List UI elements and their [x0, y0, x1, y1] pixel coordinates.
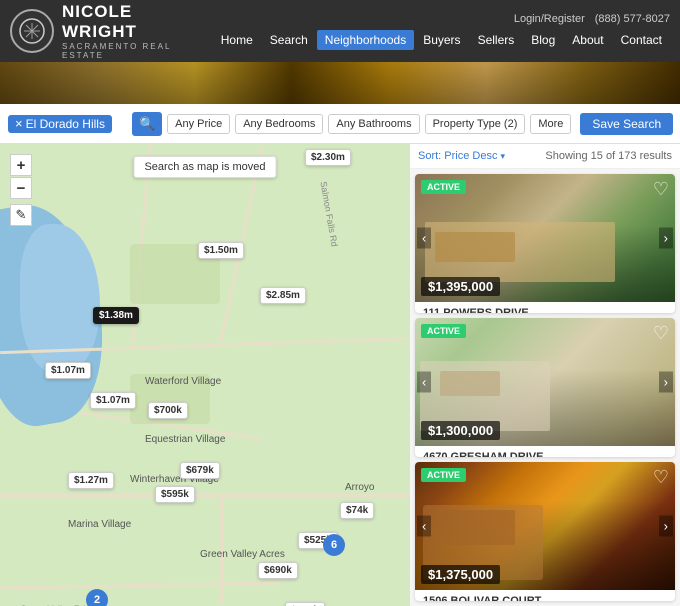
phone: (888) 577-8027 [595, 13, 670, 25]
listing-price-overlay: $1,395,000 [421, 277, 500, 296]
listing-details: 111 POWERS DRIVE EL DORADO HILLS, CA 957… [415, 302, 675, 313]
listings-panel: Sort: Price Desc ▾ Showing 15 of 173 res… [410, 144, 680, 606]
tag-close[interactable]: × [15, 117, 23, 130]
listing-image: ACTIVE ♡ $1,375,000 ‹ › [415, 462, 675, 590]
price-pin[interactable]: $865k [285, 602, 325, 606]
nav-blog[interactable]: Blog [523, 30, 563, 50]
map-controls: + − ✎ [10, 154, 32, 226]
save-search-button[interactable]: Save Search [580, 113, 673, 135]
zoom-in-button[interactable]: + [10, 154, 32, 176]
price-pin[interactable]: $1.50m [198, 242, 244, 259]
listing-price-overlay: $1,300,000 [421, 421, 500, 440]
header-top-links: Login/Register (888) 577-8027 [514, 13, 670, 25]
logo-area: NICOLE WRIGHT SACRAMENTO REAL ESTATE [10, 2, 199, 60]
listing-next-button[interactable]: › [659, 372, 673, 393]
cluster-pin[interactable]: 6 [323, 534, 345, 556]
results-count: Showing 15 of 173 results [545, 150, 672, 162]
price-pin[interactable]: $1.27m [68, 472, 114, 489]
listing-card[interactable]: ACTIVE ♡ $1,375,000 ‹ › 1506 BOLIVAR COU… [415, 462, 675, 601]
any-price-filter[interactable]: Any Price [167, 114, 230, 134]
logo-name: NICOLE WRIGHT [62, 2, 199, 42]
header-right: Login/Register (888) 577-8027 Home Searc… [213, 13, 670, 50]
search-submit-button[interactable]: 🔍 [132, 112, 162, 136]
listing-address: 1506 BOLIVAR COURT [423, 595, 667, 601]
search-icon: 🔍 [139, 116, 155, 132]
nav-contact[interactable]: Contact [613, 30, 670, 50]
main-content: Waterford Village Equestrian Village Mar… [0, 144, 680, 606]
heart-icon[interactable]: ♡ [653, 467, 669, 488]
map-area[interactable]: Waterford Village Equestrian Village Mar… [0, 144, 410, 606]
listing-details: 4670 GRESHAM DRIVE EL DORADO HILLS, CA 9… [415, 446, 675, 457]
cluster-pin[interactable]: 2 [86, 589, 108, 606]
search-bar: × El Dorado Hills 🔍 Any Price Any Bedroo… [0, 104, 680, 144]
search-tag: × El Dorado Hills [8, 115, 112, 133]
area-label-equestrian: Equestrian Village [145, 434, 225, 445]
sort-button[interactable]: Sort: Price Desc ▾ [418, 150, 505, 162]
price-pin[interactable]: $690k [258, 562, 298, 579]
price-pin[interactable]: $1.07m [90, 392, 136, 409]
logo-icon [10, 9, 54, 53]
active-badge: ACTIVE [421, 324, 466, 338]
price-pin[interactable]: $2.85m [260, 287, 306, 304]
listing-image: ACTIVE ♡ $1,395,000 ‹ › [415, 174, 675, 302]
price-pin[interactable]: $700k [148, 402, 188, 419]
road-label-salmon-falls: Salmon Falls Rd [318, 181, 339, 248]
active-badge: ACTIVE [421, 180, 466, 194]
area-label-waterford: Waterford Village [145, 376, 221, 387]
nav: Home Search Neighborhoods Buyers Sellers… [213, 30, 670, 50]
area-label-arroyo: Arroyo [345, 482, 374, 493]
price-pin[interactable]: $1.07m [45, 362, 91, 379]
sort-label: Sort: Price Desc [418, 150, 497, 162]
listing-card[interactable]: ACTIVE ♡ $1,300,000 ‹ › 4670 GRESHAM DRI… [415, 318, 675, 457]
nav-sellers[interactable]: Sellers [470, 30, 523, 50]
listing-image: ACTIVE ♡ $1,300,000 ‹ › [415, 318, 675, 446]
logo-sub: SACRAMENTO REAL ESTATE [62, 42, 199, 60]
more-filter[interactable]: More [530, 114, 571, 134]
price-pin[interactable]: $679k [180, 462, 220, 479]
nav-home[interactable]: Home [213, 30, 261, 50]
price-pin[interactable]: $595k [155, 486, 195, 503]
listing-address: 4670 GRESHAM DRIVE [423, 451, 667, 457]
any-bathrooms-filter[interactable]: Any Bathrooms [328, 114, 419, 134]
search-as-moved-button[interactable]: Search as map is moved [133, 156, 276, 178]
area-label-marina: Marina Village [68, 519, 131, 530]
zoom-out-button[interactable]: − [10, 177, 32, 199]
search-input[interactable] [117, 117, 127, 131]
any-bedrooms-filter[interactable]: Any Bedrooms [235, 114, 323, 134]
nav-about[interactable]: About [564, 30, 611, 50]
listing-prev-button[interactable]: ‹ [417, 372, 431, 393]
listing-next-button[interactable]: › [659, 516, 673, 537]
active-badge: ACTIVE [421, 468, 466, 482]
nav-buyers[interactable]: Buyers [415, 30, 468, 50]
tag-label: El Dorado Hills [26, 117, 105, 131]
price-pin-selected[interactable]: $1.38m [93, 307, 139, 324]
hero-strip [0, 62, 680, 104]
listing-details: 1506 BOLIVAR COURT EL DORADO HILLS, CA 9… [415, 590, 675, 601]
sort-arrow-icon: ▾ [500, 151, 505, 162]
nav-neighborhoods[interactable]: Neighborhoods [317, 30, 414, 50]
listing-prev-button[interactable]: ‹ [417, 516, 431, 537]
nav-search[interactable]: Search [262, 30, 316, 50]
login-link[interactable]: Login/Register [514, 13, 585, 25]
area-label-greenvalley: Green Valley Acres [200, 549, 285, 560]
listing-price-overlay: $1,375,000 [421, 565, 500, 584]
listing-card[interactable]: ACTIVE ♡ $1,395,000 ‹ › 111 POWERS DRIVE… [415, 174, 675, 313]
listings-header: Sort: Price Desc ▾ Showing 15 of 173 res… [410, 144, 680, 169]
listing-address: 111 POWERS DRIVE [423, 307, 667, 313]
price-pin[interactable]: $2.30m [305, 149, 351, 166]
heart-icon[interactable]: ♡ [653, 179, 669, 200]
header: NICOLE WRIGHT SACRAMENTO REAL ESTATE Log… [0, 0, 680, 62]
property-type-filter[interactable]: Property Type (2) [425, 114, 526, 134]
heart-icon[interactable]: ♡ [653, 323, 669, 344]
logo-text: NICOLE WRIGHT SACRAMENTO REAL ESTATE [62, 2, 199, 60]
edit-button[interactable]: ✎ [10, 204, 32, 226]
listing-prev-button[interactable]: ‹ [417, 228, 431, 249]
listing-next-button[interactable]: › [659, 228, 673, 249]
price-pin[interactable]: $74k [340, 502, 374, 519]
